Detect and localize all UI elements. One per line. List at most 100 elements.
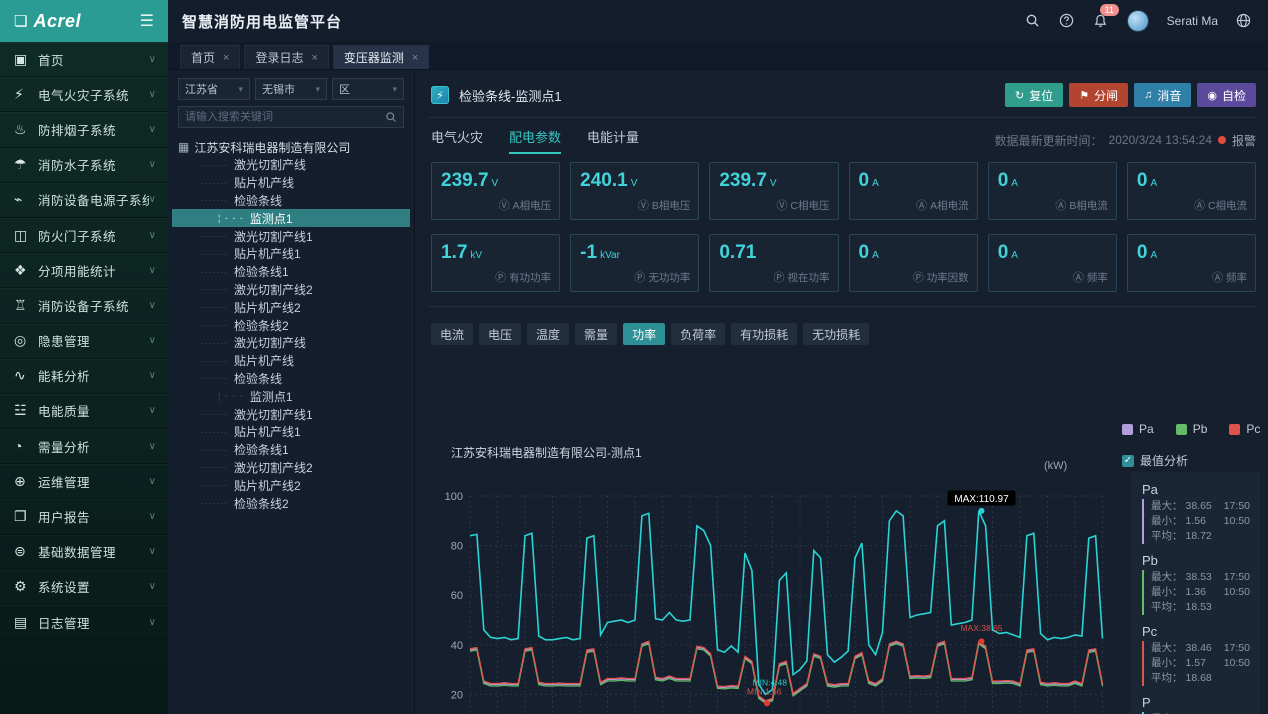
sidebar-item-label: 电能质量 xyxy=(38,401,149,420)
sidebar-item-fire-water-subsystem[interactable]: ☂消防水子系统∨ xyxy=(0,148,168,183)
legend-item-Pa[interactable]: Pa xyxy=(1122,422,1154,436)
device-tree: ▦ 江苏安科瑞电器制造有限公司 ·······激光切割产线·······贴片机产… xyxy=(178,138,404,512)
tree-node[interactable]: ·······激光切割产线1 xyxy=(178,227,404,245)
search-icon[interactable] xyxy=(1025,13,1041,29)
legend-item-Pc[interactable]: Pc xyxy=(1229,422,1260,436)
log-management-icon: ▤ xyxy=(14,614,38,631)
chart-filter-负荷率[interactable]: 负荷率 xyxy=(671,323,725,345)
sidebar-item-system-settings[interactable]: ⚙系统设置∨ xyxy=(0,570,168,605)
sidebar-item-log-management[interactable]: ▤日志管理∨ xyxy=(0,605,168,640)
tree-node-label: 贴片机产线 xyxy=(234,174,294,191)
hamburger-menu-icon[interactable]: ☰ xyxy=(140,11,154,31)
max-analysis-checkbox[interactable]: ✓ 最值分析 xyxy=(1122,452,1188,469)
chart-filter-无功损耗[interactable]: 无功损耗 xyxy=(803,323,869,345)
metric-card: 239.7VⓋC相电压 xyxy=(709,162,838,220)
metric-unit: A xyxy=(872,250,879,261)
stats-row-label: 最大： xyxy=(1151,641,1183,656)
tree-node[interactable]: ·······检验条线1 xyxy=(178,441,404,459)
mute-button[interactable]: ♫消音 xyxy=(1134,83,1191,107)
reset-button[interactable]: ↻复位 xyxy=(1005,83,1063,107)
tree-node[interactable]: ·······激光切割产线 xyxy=(178,156,404,174)
tree-node[interactable]: ·······贴片机产线1 xyxy=(178,423,404,441)
tree-node[interactable]: ·······贴片机产线2 xyxy=(178,298,404,316)
svg-text:MAX:110.97: MAX:110.97 xyxy=(954,494,1009,505)
district-select-value: 区 xyxy=(339,81,350,97)
sidebar-item-energy-breakdown-statistics[interactable]: ❖分项用能统计∨ xyxy=(0,253,168,288)
sidebar-item-smoke-control-subsystem[interactable]: ♨防排烟子系统∨ xyxy=(0,112,168,147)
window-tab[interactable]: 变压器监测× xyxy=(333,45,429,69)
chart-filter-需量[interactable]: 需量 xyxy=(575,323,617,345)
chart-filter-功率[interactable]: 功率 xyxy=(623,323,665,345)
notification-bell-icon[interactable]: 11 xyxy=(1093,13,1109,29)
smoke-control-subsystem-icon: ♨ xyxy=(14,121,38,138)
home-icon: ▣ xyxy=(14,51,38,68)
chart-filter-电流[interactable]: 电流 xyxy=(431,323,473,345)
sidebar-item-power-quality[interactable]: ☳电能质量∨ xyxy=(0,394,168,429)
stats-row-label: 最小： xyxy=(1151,585,1183,600)
tree-node[interactable]: ·······检验条线 xyxy=(178,192,404,210)
sidebar-item-user-report[interactable]: ❐用户报告∨ xyxy=(0,499,168,534)
tree-node[interactable]: ·······贴片机产线2 xyxy=(178,476,404,494)
close-icon[interactable]: × xyxy=(412,52,418,64)
stats-row-time: 10:50 xyxy=(1224,656,1250,671)
detail-tab-电气火灾[interactable]: 电气火灾 xyxy=(431,127,483,154)
tree-node[interactable]: ·······检验条线1 xyxy=(178,263,404,281)
tree-node[interactable]: ·······激光切割产线2 xyxy=(178,281,404,299)
chart-filter-有功损耗[interactable]: 有功损耗 xyxy=(731,323,797,345)
metric-card: -1kVarⓅ无功功率 xyxy=(570,234,699,292)
tree-node[interactable]: ·······检验条线 xyxy=(178,370,404,388)
tree-node-label: 监测点1 xyxy=(250,210,293,227)
tree-node[interactable]: ·······激光切割产线2 xyxy=(178,459,404,477)
tree-node[interactable]: ·······贴片机产线 xyxy=(178,174,404,192)
svg-text:20: 20 xyxy=(451,689,463,701)
self-check-button[interactable]: ◉自检 xyxy=(1197,83,1256,107)
chart-filter-电压[interactable]: 电压 xyxy=(479,323,521,345)
help-icon[interactable] xyxy=(1059,13,1075,29)
tree-node[interactable]: ·······贴片机产线 xyxy=(178,352,404,370)
tree-search-input[interactable] xyxy=(185,111,385,123)
metric-unit: A xyxy=(872,178,879,189)
stats-row: 最小：1.3610:50 xyxy=(1151,585,1250,600)
stats-group-Pb: Pb最大：38.5317:50最小：1.3610:50平均：18.53 xyxy=(1142,553,1250,615)
sidebar-item-fire-equipment-power-subsystem[interactable]: ⌁消防设备电源子系统∨ xyxy=(0,183,168,218)
detail-tab-配电参数[interactable]: 配电参数 xyxy=(509,127,561,154)
close-icon[interactable]: × xyxy=(223,52,229,64)
language-globe-icon[interactable] xyxy=(1236,13,1252,29)
sidebar-item-demand-analysis[interactable]: ◔需量分析∨ xyxy=(0,429,168,464)
window-tab[interactable]: 登录日志× xyxy=(244,45,328,69)
tree-node[interactable]: ·······激光切割产线 xyxy=(178,334,404,352)
tree-node-label: 检验条线1 xyxy=(234,441,289,458)
chart-filter-温度[interactable]: 温度 xyxy=(527,323,569,345)
sidebar-item-energy-analysis[interactable]: ∿能耗分析∨ xyxy=(0,359,168,394)
svg-text:40: 40 xyxy=(451,640,463,652)
legend-item-Pb[interactable]: Pb xyxy=(1176,422,1208,436)
tree-node[interactable]: ·······贴片机产线1 xyxy=(178,245,404,263)
close-icon[interactable]: × xyxy=(311,52,317,64)
sidebar-item-hazard-management[interactable]: ◎隐患管理∨ xyxy=(0,324,168,359)
tree-node[interactable]: ·······检验条线2 xyxy=(178,494,404,512)
sidebar-item-basic-data-management[interactable]: ⊜基础数据管理∨ xyxy=(0,535,168,570)
power-line-chart[interactable]: 0001020304050607080910111213141516171819… xyxy=(428,466,1128,714)
province-select[interactable]: 江苏省 ▾ xyxy=(178,78,250,100)
monitor-title: 检验条线-监测点1 xyxy=(459,86,1005,105)
user-avatar[interactable] xyxy=(1127,10,1149,32)
window-tab[interactable]: 首页× xyxy=(180,45,240,69)
sidebar-item-operation-maintenance[interactable]: ⊕运维管理∨ xyxy=(0,464,168,499)
city-select[interactable]: 无锡市 ▾ xyxy=(255,78,327,100)
legend-label: Pb xyxy=(1193,422,1208,436)
metric-label: ⒶA相电流 xyxy=(916,197,969,213)
sidebar-item-home[interactable]: ▣首页∨ xyxy=(0,42,168,77)
legend-label: Pa xyxy=(1139,422,1154,436)
tree-node[interactable]: ·······激光切割产线1 xyxy=(178,405,404,423)
sidebar-item-fire-equipment-subsystem[interactable]: ♖消防设备子系统∨ xyxy=(0,288,168,323)
chevron-down-icon: ∨ xyxy=(149,476,156,487)
tree-node[interactable]: ·······检验条线2 xyxy=(178,316,404,334)
tree-node[interactable]: ¦ - - -监测点1 xyxy=(172,209,410,227)
detail-tab-电能计量[interactable]: 电能计量 xyxy=(587,127,639,154)
sidebar-item-electrical-fire-subsystem[interactable]: ⚡电气火灾子系统∨ xyxy=(0,77,168,112)
sidebar-item-fire-door-subsystem[interactable]: ◫防火门子系统∨ xyxy=(0,218,168,253)
tree-root-company[interactable]: ▦ 江苏安科瑞电器制造有限公司 xyxy=(178,138,404,156)
district-select[interactable]: 区 ▾ xyxy=(332,78,404,100)
tree-node[interactable]: ¦ - - -监测点1 xyxy=(178,387,404,405)
open-switch-button[interactable]: ⚑分闸 xyxy=(1069,83,1128,107)
